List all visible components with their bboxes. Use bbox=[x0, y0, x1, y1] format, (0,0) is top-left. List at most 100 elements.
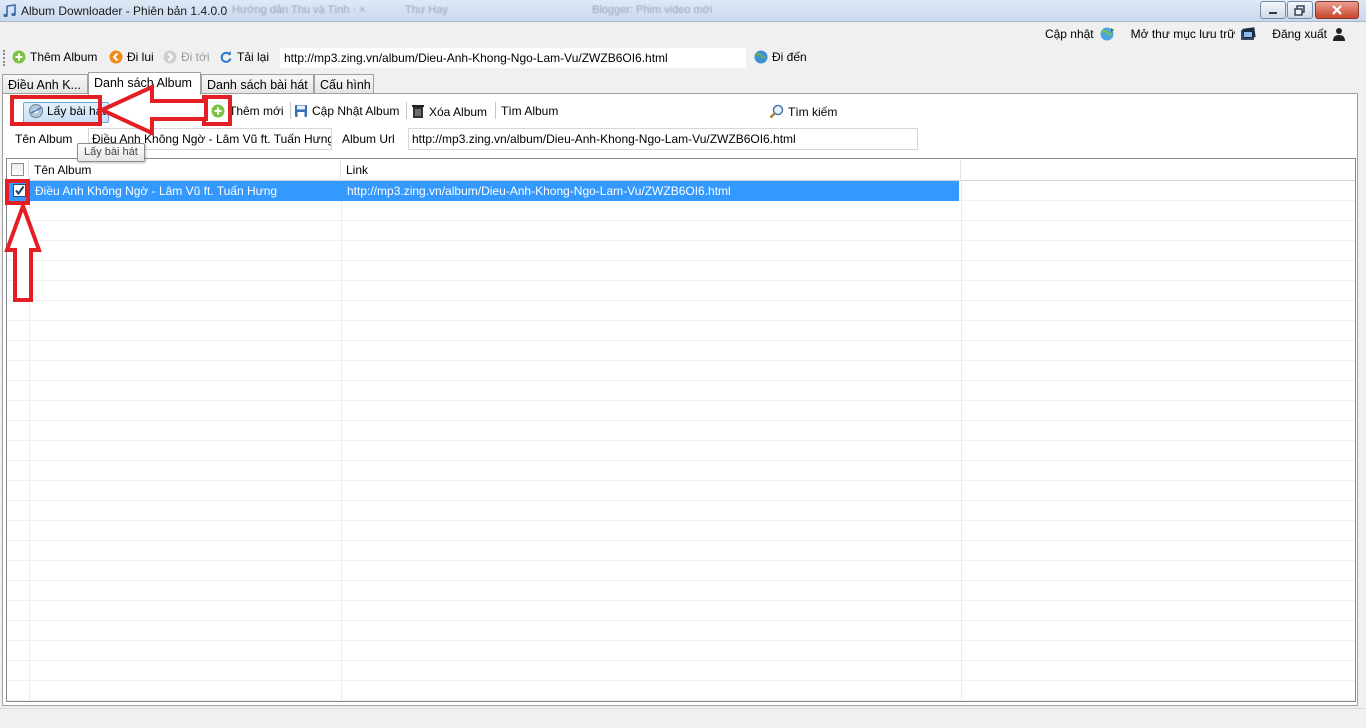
empty-row bbox=[7, 201, 1355, 221]
window-edge bbox=[1359, 46, 1366, 708]
delete-album-button[interactable]: Xóa Album bbox=[411, 104, 487, 119]
album-url-field[interactable]: http://mp3.zing.vn/album/Dieu-Anh-Khong-… bbox=[408, 128, 918, 150]
toolbar-separator bbox=[205, 102, 206, 119]
empty-row bbox=[7, 281, 1355, 301]
toolbar-grip[interactable] bbox=[3, 50, 6, 66]
toolbar-separator bbox=[406, 102, 407, 119]
url-input[interactable]: http://mp3.zing.vn/album/Dieu-Anh-Khong-… bbox=[280, 48, 746, 68]
forward-label: Đi tới bbox=[181, 50, 210, 64]
empty-row bbox=[7, 361, 1355, 381]
logout-label: Đăng xuất bbox=[1272, 27, 1327, 41]
update-label: Cập nhật bbox=[1044, 27, 1094, 41]
empty-row bbox=[7, 241, 1355, 261]
find-album-label: Tìm Album bbox=[501, 104, 559, 118]
magnifier-icon bbox=[769, 104, 784, 119]
navigation-toolbar: Thêm Album Đi lui Đi tới Tải lại http://… bbox=[0, 46, 1366, 70]
add-album-label: Thêm Album bbox=[30, 50, 98, 64]
plus-circle-icon bbox=[12, 50, 26, 64]
toolbar-separator bbox=[495, 102, 496, 119]
add-new-button[interactable]: Thêm mới bbox=[211, 104, 284, 118]
maximize-button[interactable] bbox=[1287, 1, 1313, 19]
empty-row bbox=[7, 381, 1355, 401]
empty-row bbox=[7, 321, 1355, 341]
empty-row bbox=[7, 681, 1355, 701]
empty-row bbox=[7, 661, 1355, 681]
search-label: Tìm kiếm bbox=[788, 104, 838, 119]
empty-row bbox=[7, 421, 1355, 441]
arrow-right-circle-icon bbox=[163, 50, 177, 64]
background-tab: Blogger: Phim video mới bbox=[592, 4, 713, 16]
reload-label: Tải lại bbox=[237, 50, 270, 64]
tab-settings[interactable]: Cấu hình bbox=[314, 74, 374, 94]
background-tab: Thư Hay bbox=[405, 4, 448, 16]
search-button[interactable]: Tìm kiếm bbox=[769, 104, 837, 119]
empty-row bbox=[7, 521, 1355, 541]
row-album-name: Điều Anh Không Ngờ - Lâm Vũ ft. Tuấn Hưn… bbox=[35, 184, 278, 198]
floppy-disk-icon bbox=[295, 105, 307, 117]
table-row[interactable]: Điều Anh Không Ngờ - Lâm Vũ ft. Tuấn Hưn… bbox=[7, 181, 1355, 201]
logout-button[interactable]: Đăng xuất bbox=[1272, 27, 1346, 41]
minimize-button[interactable] bbox=[1260, 1, 1286, 19]
delete-album-label: Xóa Album bbox=[429, 104, 488, 119]
row-checkbox[interactable] bbox=[13, 184, 26, 197]
tab-song-list[interactable]: Danh sách bài hát bbox=[201, 74, 314, 94]
find-album-button[interactable]: Tìm Album bbox=[501, 104, 558, 118]
album-name-label: Tên Album bbox=[15, 132, 73, 146]
column-header-link[interactable]: Link bbox=[341, 159, 961, 181]
album-toolbar: Lấy bài hát Nghe Album Thêm mới Cập Nhật… bbox=[11, 99, 1359, 123]
restore-icon bbox=[1294, 5, 1305, 16]
close-button[interactable] bbox=[1315, 1, 1359, 19]
tab-album-list[interactable]: Danh sách Album bbox=[88, 72, 201, 95]
album-grid: Tên Album Link Điều Anh Không Ngờ - Lâm … bbox=[6, 158, 1356, 702]
album-form: Tên Album Điều Anh Không Ngờ - Lâm Vũ ft… bbox=[11, 127, 1359, 151]
go-label: Đi đến bbox=[772, 50, 807, 64]
select-all-checkbox[interactable] bbox=[11, 163, 24, 176]
minimize-icon bbox=[1269, 12, 1277, 14]
tab-album-detail[interactable]: Điều Anh K... bbox=[2, 74, 88, 94]
status-bar bbox=[0, 708, 1366, 728]
add-new-label: Thêm mới bbox=[229, 104, 284, 118]
globe-icon bbox=[754, 50, 768, 64]
close-icon bbox=[1332, 5, 1342, 15]
window-title: Album Downloader - Phiên bản 1.4.0.0 bbox=[21, 4, 228, 18]
back-label: Đi lui bbox=[127, 50, 154, 64]
empty-row bbox=[7, 261, 1355, 281]
column-header-album-name[interactable]: Tên Album bbox=[29, 159, 341, 181]
headphones-icon bbox=[116, 107, 128, 117]
header-select-all-cell bbox=[7, 159, 29, 181]
open-storage-folder-button[interactable]: Mở thư mục lưu trữ bbox=[1131, 26, 1257, 42]
go-button[interactable]: Đi đến bbox=[754, 50, 807, 64]
window-titlebar: Album Downloader - Phiên bản 1.4.0.0 Hướ… bbox=[0, 0, 1366, 22]
disc-icon bbox=[29, 104, 43, 118]
checkmark-icon bbox=[15, 185, 25, 196]
album-url-label: Album Url bbox=[342, 132, 395, 146]
tab-strip: Điều Anh K... Danh sách Album Danh sách … bbox=[0, 72, 1366, 95]
empty-row bbox=[7, 441, 1355, 461]
empty-row bbox=[7, 501, 1355, 521]
user-icon bbox=[1333, 28, 1345, 41]
top-menu-strip: Cập nhật Mở thư mục lưu trữ Đăng xuất bbox=[0, 22, 1366, 46]
empty-row bbox=[7, 621, 1355, 641]
update-album-label: Cập Nhật Album bbox=[312, 104, 400, 118]
add-album-button[interactable]: Thêm Album bbox=[12, 50, 97, 64]
row-link: http://mp3.zing.vn/album/Dieu-Anh-Khong-… bbox=[347, 184, 731, 198]
globe-refresh-icon bbox=[1100, 27, 1114, 41]
empty-row bbox=[7, 561, 1355, 581]
update-button[interactable]: Cập nhật bbox=[1045, 26, 1115, 42]
arrow-left-circle-icon bbox=[109, 50, 123, 64]
empty-row bbox=[7, 301, 1355, 321]
forward-button[interactable]: Đi tới bbox=[163, 50, 210, 64]
get-songs-button[interactable]: Lấy bài hát bbox=[29, 104, 106, 118]
back-button[interactable]: Đi lui bbox=[109, 50, 154, 64]
empty-row bbox=[7, 221, 1355, 241]
empty-row bbox=[7, 401, 1355, 421]
listen-album-label: Nghe Album bbox=[133, 104, 199, 118]
listen-album-button[interactable]: Nghe Album bbox=[115, 104, 198, 118]
get-songs-label: Lấy bài hát bbox=[47, 104, 106, 118]
album-list-panel: Lấy bài hát Nghe Album Thêm mới Cập Nhật… bbox=[2, 93, 1358, 706]
toolbar-separator bbox=[290, 102, 291, 119]
empty-row bbox=[7, 341, 1355, 361]
empty-row bbox=[7, 461, 1355, 481]
update-album-button[interactable]: Cập Nhật Album bbox=[294, 104, 399, 118]
reload-button[interactable]: Tải lại bbox=[219, 50, 269, 64]
